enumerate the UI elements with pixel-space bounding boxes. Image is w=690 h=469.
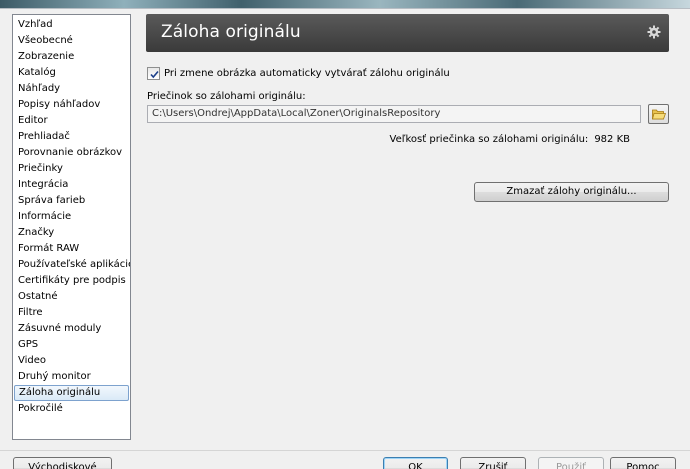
auto-backup-checkbox[interactable] [147,67,160,80]
delete-backups-button[interactable]: Zmazať zálohy originálu... [474,182,669,202]
sidebar-item[interactable]: Formát RAW [14,241,129,257]
sidebar-item[interactable]: Ostatné [14,289,129,305]
backup-folder-label: Priečinok so zálohami originálu: [147,91,306,102]
backup-folder-size: Veľkosť priečinka so zálohami originálu:… [390,134,630,145]
sidebar-items: Vzhľad Všeobecné Zobrazenie Katalóg Náhľady P… [13,17,130,417]
sidebar-item[interactable]: Pokročilé [14,401,129,417]
sidebar-item[interactable]: Používateľské aplikácie [14,257,130,273]
sidebar-item[interactable]: Certifikáty pre podpis [14,273,129,289]
footer-divider [0,450,690,451]
browse-folder-button[interactable] [648,104,669,124]
sidebar-item[interactable]: Značky [14,225,129,241]
sidebar-item[interactable]: Správa farieb [14,193,129,209]
sidebar-item[interactable]: Záloha originálu [14,385,129,401]
ok-button[interactable]: OK [383,457,448,469]
settings-dialog: Vzhľad Všeobecné Zobrazenie Katalóg Náhľady P… [0,8,690,469]
apply-button[interactable]: Použiť [538,457,604,469]
cancel-button[interactable]: Zrušiť [460,457,526,469]
section-header: Záloha originálu [146,14,669,52]
help-button[interactable]: Pomoc [610,457,676,469]
auto-backup-label: Pri zmene obrázka automaticky vytvárať z… [164,68,450,79]
sidebar-item[interactable]: Zásuvné moduly [14,321,129,337]
sidebar-item[interactable]: Informácie [14,209,129,225]
sidebar-item[interactable]: Prehliadač [14,129,129,145]
sidebar-item[interactable]: Všeobecné [14,33,129,49]
sidebar-item[interactable]: GPS [14,337,129,353]
sidebar-item[interactable]: Editor [14,113,129,129]
sidebar-item[interactable]: Druhý monitor [14,369,129,385]
sidebar-item[interactable]: Filtre [14,305,129,321]
backup-size-label: Veľkosť priečinka so zálohami originálu: [389,134,589,145]
sidebar-item[interactable]: Náhľady [14,81,129,97]
backup-folder-path-field[interactable]: C:\Users\Ondrej\AppData\Local\Zoner\Orig… [147,105,641,123]
backup-size-value: 982 KB [594,134,630,145]
sidebar-item[interactable]: Popisy náhľadov [14,97,129,113]
sidebar-item[interactable]: Vzhľad [14,17,129,33]
auto-backup-option[interactable]: Pri zmene obrázka automaticky vytvárať z… [147,67,450,80]
sidebar-item[interactable]: Katalóg [14,65,129,81]
settings-category-list[interactable]: Vzhľad Všeobecné Zobrazenie Katalóg Náhľady P… [12,14,131,440]
sidebar-item[interactable]: Video [14,353,129,369]
page-title: Záloha originálu [161,22,301,42]
sidebar-item[interactable]: Zobrazenie [14,49,129,65]
gear-icon[interactable] [647,25,661,39]
sidebar-item[interactable]: Integrácia [14,177,129,193]
sidebar-item[interactable]: Priečinky [14,161,129,177]
sidebar-item[interactable]: Porovnanie obrázkov [14,145,129,161]
defaults-button[interactable]: Východiskové [13,457,112,469]
